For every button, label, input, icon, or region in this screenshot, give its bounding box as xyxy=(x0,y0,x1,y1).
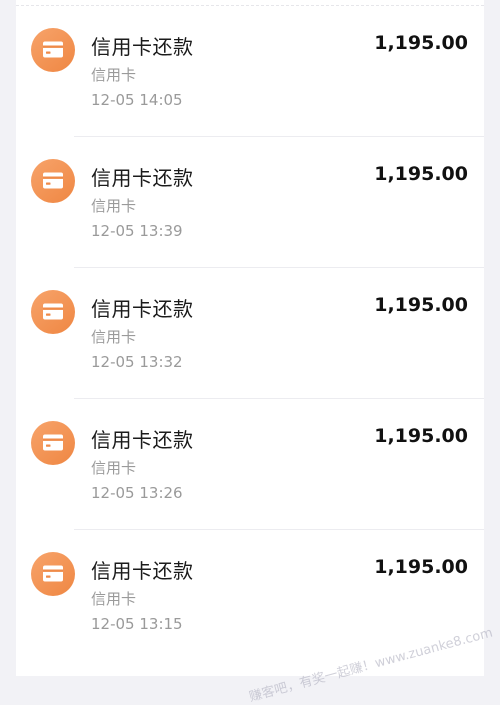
credit-card-icon xyxy=(31,290,75,334)
transaction-title: 信用卡还款 xyxy=(91,559,194,583)
transaction-row[interactable]: 信用卡还款 信用卡 12-05 13:26 1,195.00 xyxy=(16,399,484,530)
transaction-category: 信用卡 xyxy=(91,590,137,608)
transaction-row[interactable]: 信用卡还款 信用卡 12-05 13:32 1,195.00 xyxy=(16,268,484,399)
transaction-category: 信用卡 xyxy=(91,459,137,477)
transaction-time: 12-05 13:26 xyxy=(91,484,183,502)
transaction-time: 12-05 13:15 xyxy=(91,615,183,633)
transaction-amount: 1,195.00 xyxy=(374,294,468,316)
transaction-time: 12-05 13:32 xyxy=(91,353,183,371)
transaction-list: 信用卡还款 信用卡 12-05 14:05 1,195.00 信用卡还款 信用卡… xyxy=(16,6,484,661)
transaction-time: 12-05 13:39 xyxy=(91,222,183,240)
transaction-row[interactable]: 信用卡还款 信用卡 12-05 13:39 1,195.00 xyxy=(16,137,484,268)
transaction-title: 信用卡还款 xyxy=(91,428,194,452)
transaction-amount: 1,195.00 xyxy=(374,556,468,578)
transaction-title: 信用卡还款 xyxy=(91,35,194,59)
transaction-title: 信用卡还款 xyxy=(91,297,194,321)
transaction-list-card: 信用卡还款 信用卡 12-05 14:05 1,195.00 信用卡还款 信用卡… xyxy=(16,0,484,676)
transaction-amount: 1,195.00 xyxy=(374,163,468,185)
transaction-row[interactable]: 信用卡还款 信用卡 12-05 14:05 1,195.00 xyxy=(16,6,484,137)
credit-card-icon xyxy=(31,552,75,596)
transaction-time: 12-05 14:05 xyxy=(91,91,183,109)
credit-card-icon xyxy=(31,159,75,203)
credit-card-icon xyxy=(31,28,75,72)
transaction-category: 信用卡 xyxy=(91,328,137,346)
transaction-title: 信用卡还款 xyxy=(91,166,194,190)
credit-card-icon xyxy=(31,421,75,465)
transaction-category: 信用卡 xyxy=(91,66,137,84)
transaction-amount: 1,195.00 xyxy=(374,425,468,447)
transaction-category: 信用卡 xyxy=(91,197,137,215)
transaction-amount: 1,195.00 xyxy=(374,32,468,54)
